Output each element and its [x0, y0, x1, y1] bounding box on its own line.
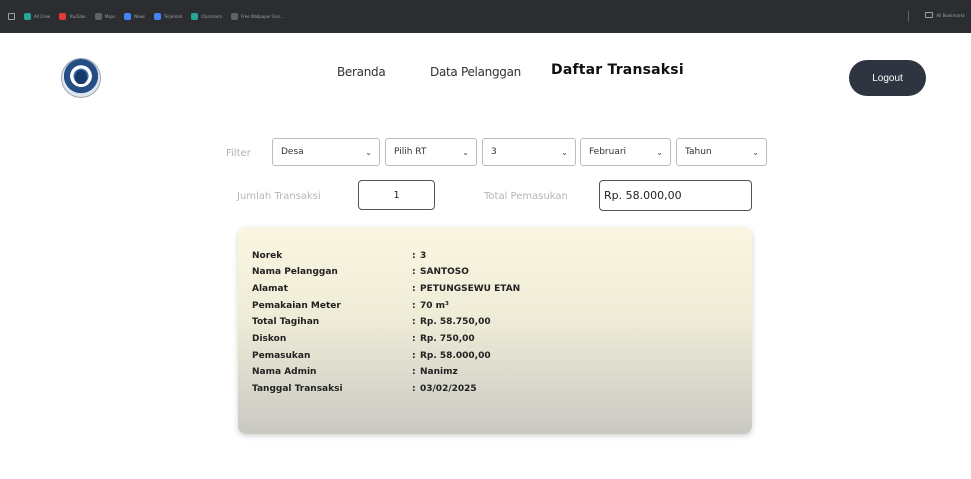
field-label: Pemakaian Meter — [252, 301, 341, 311]
bookmark-label: Terjemah — [163, 14, 183, 19]
bookmark-news[interactable]: News — [124, 13, 145, 20]
folder-icon — [925, 12, 934, 18]
field-value: PETUNGSEWU ETAN — [420, 284, 521, 294]
news-icon — [124, 13, 132, 20]
chevron-down-icon: ⌄ — [561, 148, 568, 157]
desa-select-value: Desa — [281, 147, 304, 157]
separator: : — [412, 334, 416, 344]
bookmark-classroom[interactable]: Classroom — [191, 13, 222, 20]
bookmark-terjemah[interactable]: Terjemah — [153, 13, 183, 20]
chevron-down-icon: ⌄ — [462, 148, 469, 157]
separator: : — [412, 267, 416, 277]
transaction-count-field: 1 — [358, 180, 435, 210]
bookmark-label: All Crew — [34, 14, 51, 19]
all-bookmarks-label: All Bookmarks — [936, 12, 965, 18]
nav-data-pelanggan[interactable]: Data Pelanggan — [430, 65, 521, 79]
chevron-down-icon: ⌄ — [752, 148, 759, 157]
apps-grid-icon[interactable] — [8, 13, 15, 20]
field-value: 70 m³ — [420, 301, 449, 311]
field-label: Total Tagihan — [252, 317, 320, 327]
total-income-value: Rp. 58.000,00 — [604, 189, 682, 202]
bookmark-youtube[interactable]: YouTube — [59, 13, 86, 20]
field-label: Alamat — [252, 284, 288, 294]
bookmark-wallpaper[interactable]: Free Wallpaper Gos... — [231, 13, 284, 20]
filter-label: Filter — [226, 148, 251, 159]
grid-icon — [24, 13, 31, 20]
divider — [908, 11, 909, 22]
separator: : — [412, 284, 416, 294]
bookmark-label: Classroom — [201, 14, 223, 19]
bookmark-maps[interactable]: Maps — [94, 13, 116, 20]
field-value: 3 — [420, 251, 427, 261]
field-value: SANTOSO — [420, 267, 469, 277]
translate-icon — [153, 13, 161, 20]
field-value: Rp. 58.000,00 — [420, 351, 491, 361]
rt-select[interactable]: Pilih RT ⌄ — [385, 138, 477, 166]
desa-select[interactable]: Desa ⌄ — [272, 138, 380, 166]
separator: : — [412, 367, 416, 377]
total-income-field: Rp. 58.000,00 — [599, 180, 752, 211]
separator: : — [412, 317, 416, 327]
transaction-count-label: Jumlah Transaksi — [237, 191, 321, 202]
nav-daftar-transaksi[interactable]: Daftar Transaksi — [551, 62, 684, 78]
transaction-card: Norek:3 Nama Pelanggan: SANTOSO Alamat: PE… — [238, 227, 752, 434]
field-label: Norek — [252, 251, 283, 261]
wallpaper-icon — [231, 13, 239, 20]
separator: : — [412, 301, 416, 311]
field-label: Tanggal Transaksi — [252, 384, 343, 394]
separator: : — [412, 384, 416, 394]
chevron-down-icon: ⌄ — [656, 148, 663, 157]
field-value: 03/02/2025 — [420, 384, 477, 394]
number-select[interactable]: 3 ⌄ — [482, 138, 576, 166]
rt-select-value: Pilih RT — [394, 147, 427, 157]
month-select-value: Februari — [589, 147, 627, 157]
bookmark-all-crew[interactable]: All Crew — [24, 13, 50, 20]
year-select-value: Tahun — [685, 147, 712, 157]
field-label: Nama Pelanggan — [252, 267, 338, 277]
field-label: Diskon — [252, 334, 287, 344]
month-select[interactable]: Februari ⌄ — [580, 138, 671, 166]
field-value: Nanimz — [420, 367, 458, 377]
number-select-value: 3 — [491, 147, 497, 157]
bookmark-label: Maps — [104, 14, 116, 19]
bookmark-label: Free Wallpaper Gos... — [241, 14, 284, 19]
transaction-count-value: 1 — [393, 189, 400, 201]
field-value: Rp. 750,00 — [420, 334, 475, 344]
year-select[interactable]: Tahun ⌄ — [676, 138, 767, 166]
main-nav: Beranda Data Pelanggan Daftar Transaksi — [0, 62, 971, 85]
bookmark-label: News — [134, 14, 145, 19]
youtube-icon — [59, 13, 67, 20]
classroom-icon — [191, 13, 199, 20]
all-bookmarks-button[interactable]: All Bookmarks — [925, 12, 965, 18]
bookmark-label: YouTube — [69, 14, 86, 19]
nav-beranda[interactable]: Beranda — [337, 65, 386, 79]
bookmarks-bar: All Crew YouTube Maps News Terjemah Clas… — [0, 0, 971, 33]
separator: : — [412, 251, 416, 261]
page: Beranda Data Pelanggan Daftar Transaksi … — [0, 33, 971, 479]
logout-button[interactable]: Logout — [849, 60, 926, 96]
separator: : — [412, 351, 416, 361]
field-label: Pemasukan — [252, 351, 311, 361]
total-income-label: Total Pemasukan — [484, 191, 568, 202]
maps-icon — [94, 13, 102, 20]
field-label: Nama Admin — [252, 367, 317, 377]
field-value: Rp. 58.750,00 — [420, 317, 491, 327]
chevron-down-icon: ⌄ — [365, 148, 372, 157]
